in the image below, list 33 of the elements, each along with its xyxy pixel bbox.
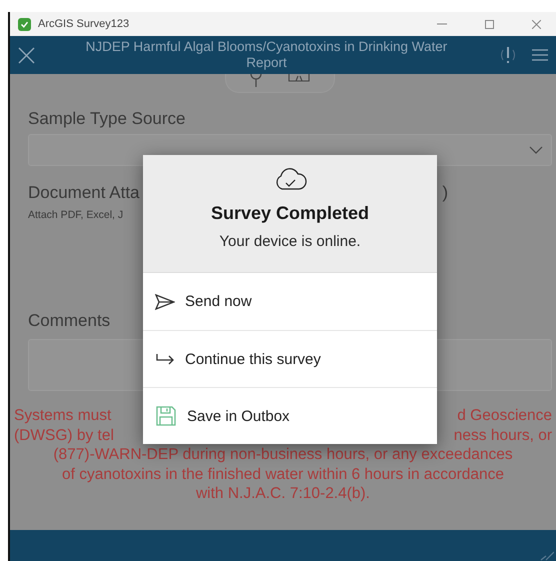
maximize-icon[interactable] bbox=[484, 20, 494, 28]
app-logo-icon bbox=[18, 18, 31, 30]
field-hint: Attach PDF, Excel, J bbox=[28, 209, 124, 221]
hook-arrow-icon bbox=[155, 352, 175, 366]
map-toggle[interactable] bbox=[225, 74, 335, 93]
pin-icon bbox=[250, 74, 262, 88]
dialog-title: Survey Completed bbox=[210, 203, 370, 224]
field-label: Document Atta bbox=[28, 183, 140, 203]
field-label: Comments bbox=[28, 311, 112, 331]
notice-text: d Geoscience bbox=[457, 406, 552, 426]
notice-text: ness hours, or bbox=[454, 426, 552, 445]
dialog-message: Your device is online. bbox=[219, 233, 361, 250]
chevron-down-icon bbox=[529, 146, 543, 154]
minimize-icon[interactable] bbox=[437, 23, 447, 25]
notice-text: Systems must bbox=[14, 406, 112, 426]
notice-text: (DWSG) by tel bbox=[14, 426, 114, 445]
notice-text: (877)-WARN-DEP during non-business hours, or any exceedances bbox=[52, 445, 514, 464]
save-icon bbox=[155, 405, 177, 427]
menu-icon[interactable] bbox=[532, 47, 548, 63]
map-icon bbox=[288, 74, 310, 82]
notice-text: of cyanotoxins in the finished water within 6 hours in accordance bbox=[61, 464, 505, 484]
window-title: ArcGIS Survey123 bbox=[38, 18, 130, 30]
close-icon[interactable] bbox=[18, 46, 35, 64]
dialog-action[interactable]: Save in Outbox bbox=[143, 387, 437, 444]
notice-text: with N.J.A.C. 7:10-2.4(b). bbox=[194, 484, 371, 504]
signal-alert-icon[interactable] bbox=[498, 45, 518, 65]
survey-title: NJDEP Harmful Algal Blooms/Cyanotoxins in Drinking Water Report bbox=[84, 39, 448, 71]
field-label-end: ) bbox=[442, 183, 448, 203]
dialog-action[interactable]: Send now bbox=[143, 273, 437, 330]
dialog-action[interactable]: Continue this survey bbox=[143, 330, 437, 387]
close-icon[interactable] bbox=[532, 20, 540, 28]
send-icon bbox=[155, 294, 175, 310]
field-label: Sample Type Source bbox=[28, 109, 186, 129]
